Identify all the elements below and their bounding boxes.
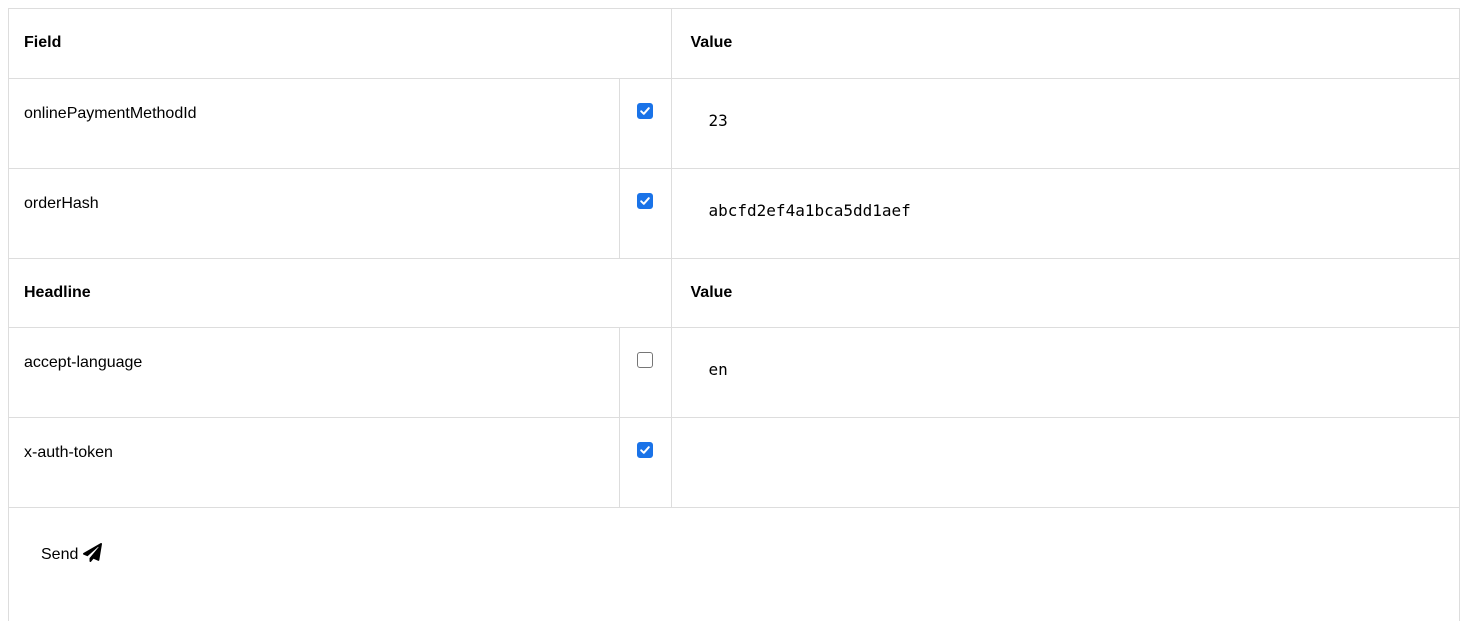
paper-plane-icon bbox=[83, 542, 103, 567]
header-row-accept-language: accept-language en bbox=[9, 326, 1459, 418]
include-checkbox[interactable] bbox=[637, 192, 653, 209]
value-column-header: Value bbox=[670, 257, 1459, 328]
field-value[interactable]: abcfd2ef4a1bca5dd1aef bbox=[670, 167, 1459, 259]
header-row-x-auth-token: x-auth-token bbox=[9, 416, 1459, 508]
include-checkbox[interactable] bbox=[637, 351, 653, 368]
fields-header-row: Field Value bbox=[9, 9, 1459, 79]
header-name: x-auth-token bbox=[9, 416, 620, 508]
field-name: orderHash bbox=[9, 167, 620, 259]
include-checkbox[interactable] bbox=[637, 102, 653, 119]
field-row-order-hash: orderHash abcfd2ef4a1bca5dd1aef bbox=[9, 167, 1459, 259]
request-table: Field Value onlinePaymentMethodId 23 ord… bbox=[9, 9, 1459, 508]
field-row-online-payment-method-id: onlinePaymentMethodId 23 bbox=[9, 77, 1459, 169]
send-label: Send bbox=[41, 546, 79, 563]
value-column-header: Value bbox=[670, 9, 1459, 79]
send-area: Send bbox=[9, 509, 1459, 622]
header-name: accept-language bbox=[9, 326, 620, 418]
request-panel: Field Value onlinePaymentMethodId 23 ord… bbox=[8, 8, 1460, 621]
header-value[interactable]: en bbox=[670, 326, 1459, 418]
headers-header-row: Headline Value bbox=[9, 257, 1459, 328]
field-name: onlinePaymentMethodId bbox=[9, 77, 620, 169]
field-column-header: Field bbox=[9, 9, 672, 79]
include-checkbox[interactable] bbox=[637, 441, 653, 458]
header-value[interactable] bbox=[670, 416, 1459, 508]
headline-column-header: Headline bbox=[9, 257, 672, 328]
field-value[interactable]: 23 bbox=[670, 77, 1459, 169]
send-button[interactable]: Send bbox=[41, 542, 103, 567]
